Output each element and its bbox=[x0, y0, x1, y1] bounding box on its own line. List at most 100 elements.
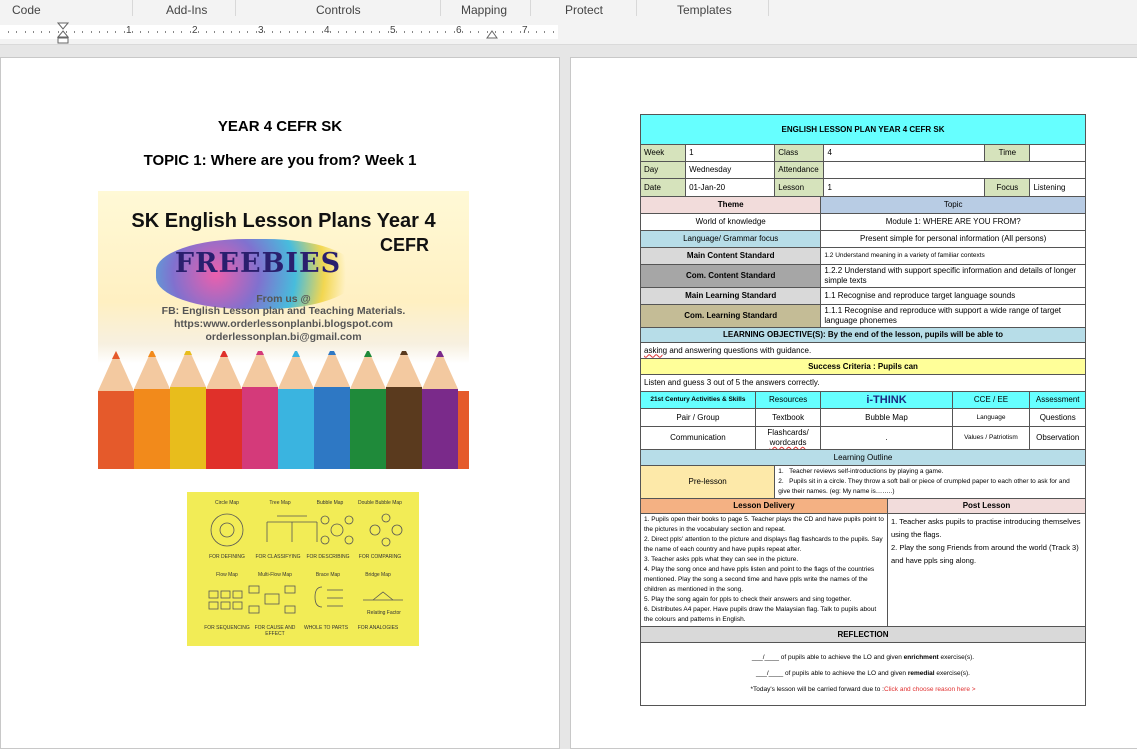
map-label: Tree Map bbox=[269, 500, 291, 506]
lesson-value[interactable]: 1 bbox=[823, 178, 986, 197]
ruler-tick bbox=[297, 31, 298, 33]
date-value[interactable]: 01-Jan-20 bbox=[685, 178, 776, 197]
reflection-enrichment: ___/____ of pupils able to achieve the L… bbox=[751, 654, 975, 661]
reflection-carry-forward: *Today's lesson will be carried forward … bbox=[750, 686, 976, 693]
activities-label: 21st Century Activities & Skills bbox=[640, 391, 756, 409]
ruler-tick bbox=[157, 31, 158, 33]
class-value[interactable]: 4 bbox=[823, 144, 986, 162]
post-label: Post Lesson bbox=[886, 498, 1087, 514]
ruler-tick bbox=[181, 31, 182, 33]
success-value[interactable]: Listen and guess 3 out of 5 the answers … bbox=[640, 374, 1086, 392]
values-value[interactable]: Values / Patriotism bbox=[951, 426, 1031, 450]
focus-label: Focus bbox=[984, 178, 1031, 197]
bubble-map-value[interactable]: Bubble Map bbox=[820, 408, 953, 427]
ruler-tick bbox=[305, 31, 306, 33]
grammar-value[interactable]: Present simple for personal information … bbox=[820, 230, 1086, 248]
topic-heading: TOPIC 1: Where are you from? Week 1 bbox=[143, 152, 417, 169]
map-label: Bubble Map bbox=[316, 500, 344, 506]
reflection-value[interactable]: ___/____ of pupils able to achieve the L… bbox=[640, 642, 1086, 706]
ruler-number: 5 bbox=[390, 25, 396, 36]
tab-add-ins[interactable]: Add-Ins bbox=[166, 3, 207, 17]
ithink-value[interactable]: . bbox=[820, 426, 953, 450]
mcs-label: Main Content Standard bbox=[639, 247, 822, 265]
ccs-value[interactable]: 1.2.2 Understand with support specific i… bbox=[820, 264, 1086, 288]
prelesson-step: 2. Pupils sit in a circle. They throw a … bbox=[778, 478, 1070, 495]
day-value[interactable]: Wednesday bbox=[685, 161, 776, 179]
ruler-tick bbox=[388, 31, 389, 33]
ruler-tick bbox=[528, 31, 529, 33]
ruler-number: 6 bbox=[456, 25, 462, 36]
ruler-tick bbox=[379, 31, 380, 33]
map-label: Flow Map bbox=[216, 572, 238, 578]
delivery-label: Lesson Delivery bbox=[640, 498, 888, 514]
reflection-label: REFLECTION bbox=[640, 626, 1086, 643]
cls-value[interactable]: 1.1.1 Recognise and reproduce with suppo… bbox=[820, 304, 1086, 328]
ruler-tick bbox=[82, 31, 83, 33]
attendance-label: Attendance bbox=[774, 161, 825, 179]
post-step: 2. Play the song Friends from around the… bbox=[890, 543, 1079, 565]
ruler-tick bbox=[553, 31, 554, 33]
map-use: WHOLE TO PARTS bbox=[303, 625, 349, 631]
post-value[interactable]: 1. Teacher asks pupils to practise intro… bbox=[886, 513, 1087, 627]
observation-value[interactable]: Observation bbox=[1029, 426, 1086, 450]
ruler-tick bbox=[445, 31, 446, 33]
ruler-tick bbox=[16, 31, 17, 33]
lesson-plan-table: ENGLISH LESSON PLAN YEAR 4 CEFR SK Week … bbox=[639, 114, 1087, 706]
ruler-tick bbox=[25, 31, 26, 33]
class-label: Class bbox=[774, 144, 825, 162]
ruler-tick bbox=[487, 31, 488, 33]
attendance-value[interactable] bbox=[823, 161, 1086, 179]
reason-dropdown[interactable]: Click and choose reason here > bbox=[884, 686, 976, 693]
objective-label: LEARNING OBJECTIVE(S): By the end of the… bbox=[640, 327, 1086, 343]
cover-email: orderlessonplan.bi@gmail.com bbox=[205, 331, 362, 343]
mls-value[interactable]: 1.1 Recognise and reproduce target langu… bbox=[820, 287, 1086, 305]
ruler-tick bbox=[247, 31, 248, 33]
communication-value[interactable]: Communication bbox=[640, 426, 756, 450]
ruler-tick bbox=[437, 31, 438, 33]
ruler-tick bbox=[412, 31, 413, 33]
questions-value[interactable]: Questions bbox=[1029, 408, 1086, 427]
ruler-tick bbox=[198, 31, 199, 33]
ruler-tick bbox=[470, 31, 471, 33]
ruler-tick bbox=[503, 31, 504, 33]
ccs-label: Com. Content Standard bbox=[639, 264, 822, 288]
tab-protect[interactable]: Protect bbox=[565, 3, 603, 17]
flashcards-value: Flashcards/ bbox=[767, 428, 809, 437]
language-value[interactable]: Language bbox=[951, 408, 1031, 427]
ruler-tick bbox=[338, 31, 339, 33]
delivery-step: 5. Play the song again for ppls to check… bbox=[644, 596, 852, 603]
objective-value[interactable]: asking and answering questions with guid… bbox=[640, 342, 1086, 359]
ruler-tick bbox=[264, 31, 265, 33]
time-label: Time bbox=[984, 144, 1031, 162]
tab-mapping[interactable]: Mapping bbox=[461, 3, 507, 17]
pair-group-value[interactable]: Pair / Group bbox=[640, 408, 756, 427]
theme-value[interactable]: World of knowledge bbox=[639, 213, 822, 231]
mcs-value[interactable]: 1.2 Understand meaning in a variety of f… bbox=[820, 247, 1086, 265]
delivery-step: 2. Direct ppls' attention to the picture… bbox=[644, 536, 883, 553]
time-value[interactable] bbox=[1029, 144, 1086, 162]
ruler-tick bbox=[214, 31, 215, 33]
resources-cell[interactable]: Flashcards/wordcards bbox=[754, 426, 822, 450]
ruler-tick bbox=[429, 31, 430, 33]
ruler-tick bbox=[313, 31, 314, 33]
week-value[interactable]: 1 bbox=[685, 144, 776, 162]
ruler-tick bbox=[223, 31, 224, 33]
textbook-value[interactable]: Textbook bbox=[754, 408, 822, 427]
focus-value[interactable]: Listening bbox=[1029, 178, 1086, 197]
ruler-number: 4 bbox=[324, 25, 330, 36]
map-use: FOR ANALOGIES bbox=[357, 625, 399, 631]
week-label: Week bbox=[639, 144, 687, 162]
tab-code[interactable]: Code bbox=[12, 3, 41, 17]
indent-marker-icon[interactable] bbox=[57, 22, 69, 44]
tab-templates[interactable]: Templates bbox=[677, 3, 732, 17]
prelesson-value[interactable]: 1. Teacher reviews self-introductions by… bbox=[774, 465, 1086, 499]
resources-label: Resources bbox=[754, 391, 822, 409]
wordcards-value: wordcards bbox=[769, 438, 807, 447]
delivery-value[interactable]: 1. Pupils open their books to page 5. Te… bbox=[640, 513, 888, 627]
ribbon-tabs: Code Add-Ins Controls Mapping Protect Te… bbox=[0, 0, 1137, 21]
horizontal-ruler[interactable]: 1 2 3 4 5 6 7 bbox=[0, 20, 1137, 45]
ruler-tick bbox=[478, 31, 479, 33]
tab-controls[interactable]: Controls bbox=[316, 3, 361, 17]
topic-value[interactable]: Module 1: WHERE ARE YOU FROM? bbox=[820, 213, 1086, 231]
ruler-tick bbox=[396, 31, 397, 33]
